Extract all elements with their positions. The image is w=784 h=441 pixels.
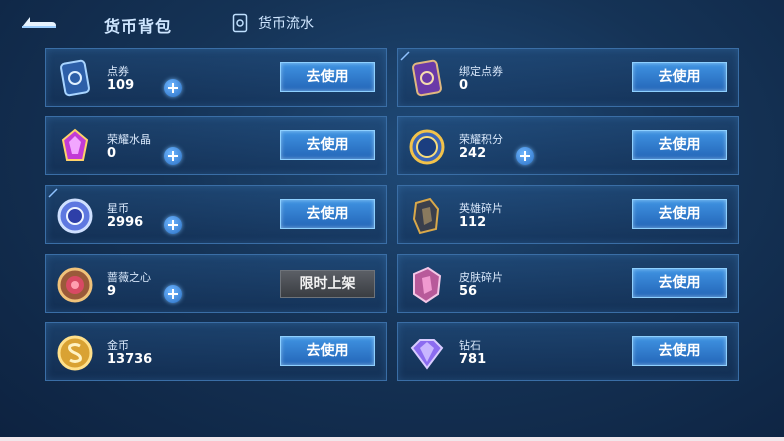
card-icon bbox=[232, 13, 248, 33]
currency-card-skin-fragment: 皮肤碎片 56 去使用 bbox=[397, 254, 739, 313]
currency-card-star-coin: 星币 2996 去使用 bbox=[45, 185, 387, 244]
bottom-strip bbox=[0, 437, 784, 441]
currency-amount: 9 bbox=[107, 284, 117, 299]
currency-card-rose-heart: 蔷薇之心 9 限时上架 bbox=[45, 254, 387, 313]
use-button[interactable]: 去使用 bbox=[280, 62, 375, 92]
currency-amount: 13736 bbox=[107, 352, 153, 367]
use-button[interactable]: 去使用 bbox=[280, 130, 375, 160]
rose-heart-icon bbox=[57, 267, 93, 303]
use-button[interactable]: 去使用 bbox=[632, 336, 727, 366]
currency-name: 蔷薇之心 bbox=[107, 271, 151, 284]
currency-amount: 2996 bbox=[107, 215, 144, 230]
add-currency-button[interactable] bbox=[164, 216, 182, 234]
bound-ticket-card-icon bbox=[412, 59, 442, 97]
currency-amount: 112 bbox=[459, 215, 487, 230]
add-currency-button[interactable] bbox=[164, 79, 182, 97]
use-button[interactable]: 去使用 bbox=[632, 130, 727, 160]
currency-amount: 56 bbox=[459, 284, 478, 299]
page-title: 货币背包 bbox=[104, 17, 173, 36]
skin-fragment-icon bbox=[413, 266, 442, 304]
use-button[interactable]: 去使用 bbox=[280, 199, 375, 229]
currency-name: 钻石 bbox=[459, 339, 481, 352]
back-arrow-icon[interactable] bbox=[18, 11, 58, 33]
use-button[interactable]: 去使用 bbox=[632, 62, 727, 92]
currency-name: 星币 bbox=[107, 202, 129, 215]
currency-name: 皮肤碎片 bbox=[459, 271, 503, 284]
currency-amount: 0 bbox=[107, 146, 117, 161]
currency-flow-label: 货币流水 bbox=[258, 16, 314, 32]
currency-name: 金币 bbox=[107, 339, 129, 352]
glory-points-icon bbox=[409, 129, 445, 165]
currency-amount: 109 bbox=[107, 78, 135, 93]
currency-card-diamond: 钻石 781 去使用 bbox=[397, 322, 739, 381]
use-button[interactable]: 去使用 bbox=[632, 199, 727, 229]
gold-coin-icon bbox=[57, 335, 93, 371]
currency-name: 荣耀积分 bbox=[459, 133, 503, 146]
add-currency-button[interactable] bbox=[164, 147, 182, 165]
top-bar: 货币背包 货币流水 bbox=[0, 0, 784, 46]
use-button[interactable]: 去使用 bbox=[632, 268, 727, 298]
add-currency-button[interactable] bbox=[164, 285, 182, 303]
currency-amount: 0 bbox=[459, 78, 469, 93]
currency-card-dianjuan: 点券 109 去使用 bbox=[45, 48, 387, 107]
star-coin-icon bbox=[57, 198, 93, 234]
ticket-card-icon bbox=[60, 59, 90, 97]
add-currency-button[interactable] bbox=[516, 147, 534, 165]
currency-card-hero-fragment: 英雄碎片 112 去使用 bbox=[397, 185, 739, 244]
currency-flow-link[interactable]: 货币流水 bbox=[232, 12, 314, 34]
currency-name: 绑定点券 bbox=[459, 65, 503, 78]
currency-card-bound-dianjuan: 绑定点券 0 去使用 bbox=[397, 48, 739, 107]
currency-card-gold-coin: 金币 13736 去使用 bbox=[45, 322, 387, 381]
glory-crystal-icon bbox=[61, 128, 89, 161]
currency-amount: 242 bbox=[459, 146, 487, 161]
currency-card-glory-points: 荣耀积分 242 去使用 bbox=[397, 116, 739, 175]
hero-fragment-icon bbox=[412, 197, 440, 235]
use-button[interactable]: 去使用 bbox=[280, 336, 375, 366]
currency-amount: 781 bbox=[459, 352, 487, 367]
currency-name: 荣耀水晶 bbox=[107, 133, 151, 146]
currency-card-glory-crystal: 荣耀水晶 0 去使用 bbox=[45, 116, 387, 175]
currency-name: 英雄碎片 bbox=[459, 202, 503, 215]
diamond-icon bbox=[410, 339, 444, 370]
limited-time-button: 限时上架 bbox=[280, 270, 375, 298]
currency-name: 点券 bbox=[107, 65, 129, 78]
